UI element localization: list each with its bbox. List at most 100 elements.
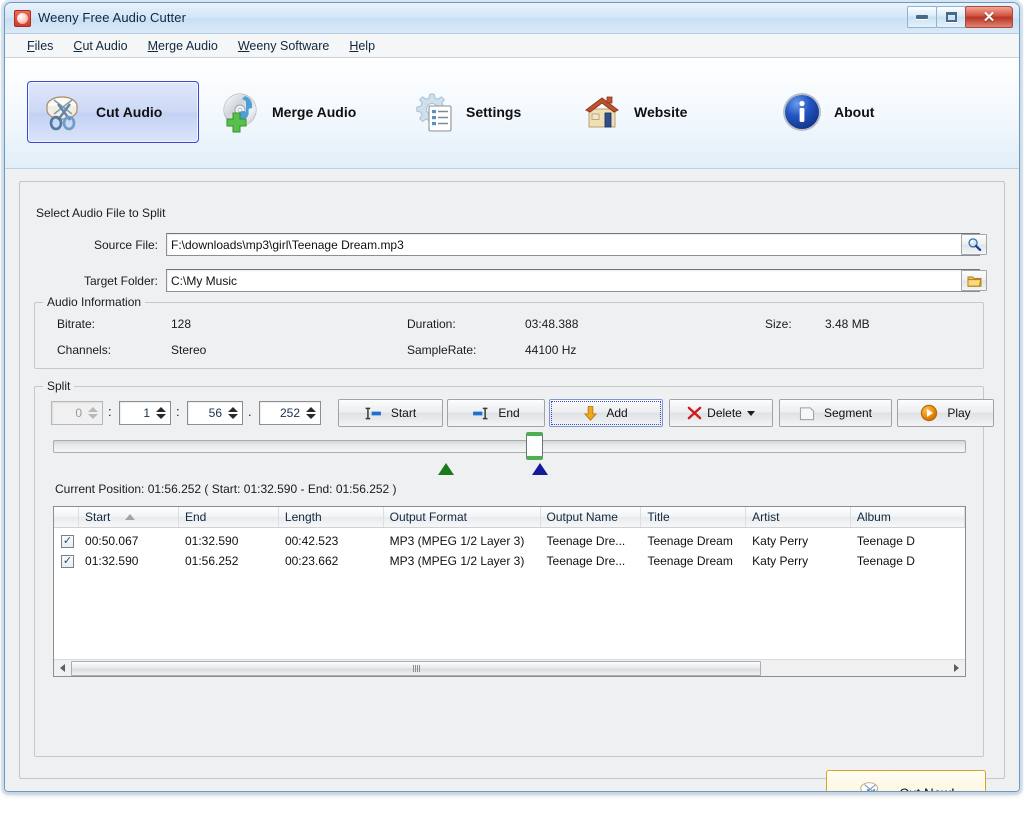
toolbar-button-website[interactable]: Website	[565, 81, 715, 143]
menu-item-merge-audio[interactable]: Merge Audio	[138, 36, 228, 56]
menu-item-weeny-software[interactable]: Weeny Software	[228, 36, 340, 56]
row-output-format: MP3 (MPEG 1/2 Layer 3)	[389, 534, 525, 548]
millis-spinner-arrows[interactable]	[304, 402, 320, 424]
add-button[interactable]: Add	[549, 399, 663, 427]
table-header-checkbox[interactable]	[54, 507, 80, 527]
duration-value: 03:48.388	[525, 317, 579, 331]
chevron-up-icon[interactable]	[88, 407, 98, 412]
toolbar-label-settings: Settings	[466, 104, 522, 120]
close-icon: ✕	[982, 8, 996, 26]
minutes-spinner[interactable]: 1	[119, 401, 171, 425]
start-button[interactable]: Start	[338, 399, 443, 427]
timeline-slider-thumb[interactable]	[526, 432, 543, 460]
scrollbar-thumb[interactable]	[71, 660, 761, 676]
main-panel: Select Audio File to Split Source File: …	[19, 181, 1005, 791]
table-header-end[interactable]: End	[179, 507, 279, 527]
table-header-album[interactable]: Album	[851, 507, 965, 527]
segments-table: Start End Length Output Format Output Na…	[53, 506, 966, 677]
row-output-format: MP3 (MPEG 1/2 Layer 3)	[389, 554, 525, 568]
hours-spinner-arrows[interactable]	[86, 402, 102, 424]
table-header-artist[interactable]: Artist	[746, 507, 851, 527]
segment-button[interactable]: Segment	[779, 399, 892, 427]
source-file-browse-button[interactable]	[961, 234, 987, 255]
down-arrow-icon	[584, 405, 598, 421]
magnifier-icon	[967, 238, 981, 252]
play-button-label: Play	[947, 406, 971, 420]
row-checkbox-cell[interactable]: ✓	[54, 534, 79, 548]
chevron-down-icon[interactable]	[746, 410, 755, 416]
target-folder-browse-button[interactable]	[961, 270, 987, 291]
minutes-spinner-arrows[interactable]	[154, 402, 170, 424]
delete-button[interactable]: Delete	[669, 399, 773, 427]
table-header-output-name[interactable]: Output Name	[541, 507, 642, 527]
scroll-left-button[interactable]	[54, 659, 71, 676]
row-length: 00:23.662	[284, 554, 339, 568]
seconds-spinner[interactable]: 56	[187, 401, 243, 425]
hours-spinner[interactable]: 0	[51, 401, 103, 425]
minimize-icon	[916, 15, 928, 19]
menu-item-cut-audio[interactable]: Cut Audio	[63, 36, 137, 56]
bitrate-label: Bitrate:	[57, 317, 96, 331]
time-separator-1: :	[108, 404, 112, 419]
samplerate-label: SampleRate:	[407, 343, 477, 357]
seconds-spinner-arrows[interactable]	[226, 402, 242, 424]
menu-item-help[interactable]: Help	[339, 36, 385, 56]
scissors-disc-icon	[42, 90, 86, 134]
row-checkbox[interactable]: ✓	[61, 554, 74, 568]
app-root: Weeny Free Audio Cutter ✕ Files Cut Audi…	[0, 0, 1024, 815]
table-horizontal-scrollbar[interactable]	[54, 659, 965, 676]
millis-spinner[interactable]: 252	[259, 401, 321, 425]
table-header-output-format[interactable]: Output Format	[384, 507, 541, 527]
close-button[interactable]: ✕	[965, 6, 1013, 28]
chevron-up-icon[interactable]	[156, 407, 166, 412]
table-header-start-label: Start	[85, 510, 111, 524]
play-icon	[921, 404, 938, 422]
menu-item-files[interactable]: Files	[17, 36, 63, 56]
maximize-button[interactable]	[936, 6, 966, 28]
table-row[interactable]: ✓ 01:32.590 01:56.252 00:23.662 MP3 (MPE…	[54, 551, 965, 571]
row-checkbox-cell[interactable]: ✓	[54, 554, 79, 568]
time-separator-3: .	[248, 404, 252, 419]
scroll-right-button[interactable]	[948, 659, 965, 676]
window-controls: ✕	[907, 6, 1013, 28]
segment-button-label: Segment	[823, 406, 873, 420]
row-checkbox[interactable]: ✓	[61, 534, 74, 548]
toolbar-button-settings[interactable]: Settings	[397, 81, 547, 143]
toolbar-button-about[interactable]: About	[765, 81, 895, 143]
target-folder-input[interactable]: C:\My Music	[166, 269, 980, 292]
chevron-up-icon[interactable]	[306, 407, 316, 412]
target-folder-label: Target Folder:	[83, 274, 158, 288]
table-header-length[interactable]: Length	[279, 507, 384, 527]
toolbar-button-cut-audio[interactable]: Cut Audio	[27, 81, 199, 143]
toolbar-label-merge-audio: Merge Audio	[272, 104, 357, 120]
size-label: Size:	[765, 317, 792, 331]
channels-value: Stereo	[171, 343, 207, 357]
window-title: Weeny Free Audio Cutter	[38, 10, 187, 25]
chevron-down-icon[interactable]	[228, 414, 238, 419]
table-header-title[interactable]: Title	[641, 507, 747, 527]
timeline-slider-track[interactable]	[53, 440, 966, 453]
table-header-start[interactable]: Start	[79, 507, 179, 527]
table-row[interactable]: ✓ 00:50.067 01:32.590 00:42.523 MP3 (MPE…	[54, 531, 965, 551]
cut-now-button[interactable]: Cut Now!	[826, 770, 986, 792]
menu-bar: Files Cut Audio Merge Audio Weeny Softwa…	[5, 34, 1019, 58]
delete-button-label: Delete	[707, 406, 742, 420]
minimize-button[interactable]	[907, 6, 937, 28]
toolbar-button-merge-audio[interactable]: Merge Audio	[203, 81, 383, 143]
minutes-value: 1	[143, 406, 150, 420]
select-file-section-title: Select Audio File to Split	[36, 206, 166, 220]
time-separator-2: :	[176, 404, 180, 419]
source-file-input[interactable]: F:\downloads\mp3\girl\Teenage Dream.mp3	[166, 233, 980, 256]
table-header-row: Start End Length Output Format Output Na…	[54, 507, 965, 528]
chevron-down-icon[interactable]	[306, 414, 316, 419]
chevron-down-icon[interactable]	[88, 414, 98, 419]
triangle-left-icon	[60, 664, 65, 672]
play-button[interactable]: Play	[897, 399, 994, 427]
chevron-down-icon[interactable]	[156, 414, 166, 419]
grip-line	[414, 664, 416, 672]
cut-now-label: Cut Now!	[899, 786, 955, 792]
chevron-up-icon[interactable]	[228, 407, 238, 412]
gear-list-icon	[412, 90, 456, 134]
mark-start-icon	[365, 407, 381, 419]
end-button[interactable]: End	[447, 399, 545, 427]
